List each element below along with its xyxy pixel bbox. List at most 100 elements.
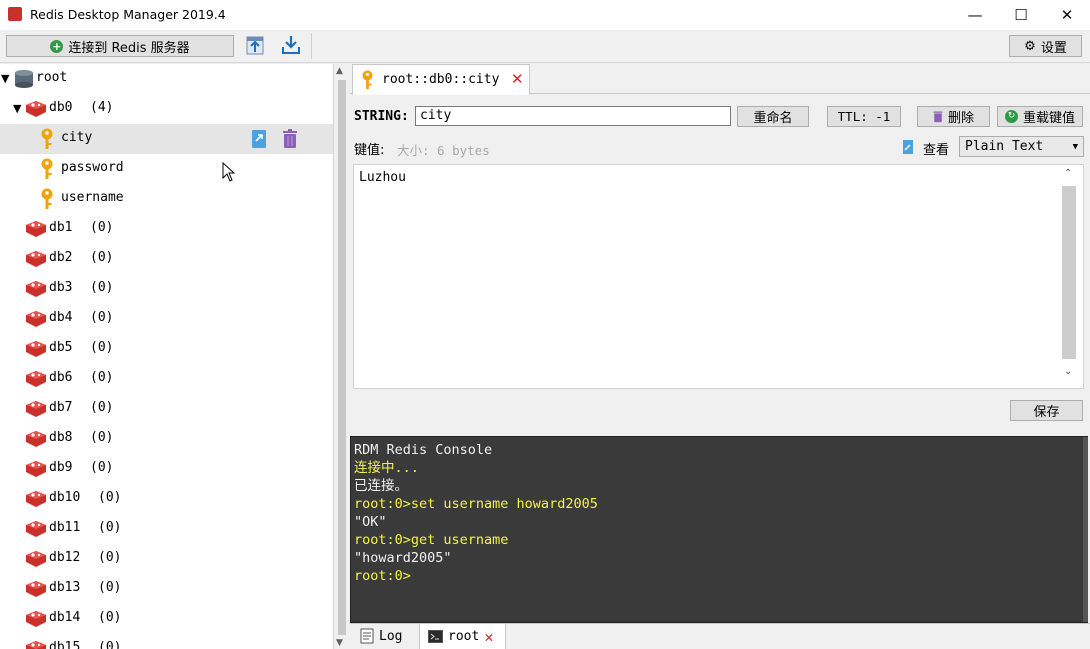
save-label: 保存: [1033, 405, 1060, 420]
redis-db-icon: [26, 401, 46, 417]
console-line: root:0>get username: [354, 532, 509, 548]
toolbar: + 连接到 Redis 服务器 ⚙ 设置: [0, 30, 1090, 63]
redis-db-icon: [26, 221, 46, 237]
value-size-label: 大小: 6 bytes: [397, 143, 490, 158]
redis-db-icon: [26, 101, 46, 117]
tree-item-key-city[interactable]: city: [0, 124, 333, 154]
tree-item-db14[interactable]: db14 (0): [0, 604, 333, 634]
db-key-count: (0): [90, 280, 114, 295]
console-output: RDM Redis Console 连接中... 已连接。 root:0>set us…: [354, 441, 1087, 585]
minimize-icon: —: [967, 6, 983, 24]
tree-item-key-password[interactable]: password: [0, 154, 333, 184]
tree-item-db1[interactable]: db1 (0): [0, 214, 333, 244]
server-icon: [15, 70, 33, 88]
reload-value-button[interactable]: ↻ 重载键值: [997, 106, 1083, 127]
db-key-count: (0): [90, 460, 114, 475]
redis-db-icon: [26, 371, 46, 387]
tree-item-db6[interactable]: db6 (0): [0, 364, 333, 394]
redis-db-icon: [26, 551, 46, 567]
tree-item-db5[interactable]: db5 (0): [0, 334, 333, 364]
copy-link-icon[interactable]: [251, 129, 269, 149]
import-icon[interactable]: [245, 34, 265, 56]
key-icon: [362, 70, 373, 90]
export-icon[interactable]: [280, 34, 302, 56]
tree-item-db2[interactable]: db2 (0): [0, 244, 333, 274]
minimize-button[interactable]: —: [952, 0, 998, 30]
tree-scrollbar-thumb[interactable]: [338, 80, 346, 635]
tree-item-key-username[interactable]: username: [0, 184, 333, 214]
expand-arrow-icon[interactable]: ▼: [13, 102, 21, 115]
rename-label: 重命名: [753, 111, 793, 126]
db-key-count: (4): [90, 100, 114, 115]
tab-console-root[interactable]: root ✕: [419, 623, 506, 649]
key-name-label: city: [61, 130, 93, 145]
redis-db-icon: [26, 521, 46, 537]
save-button[interactable]: 保存: [1010, 400, 1083, 421]
console-line: 已连接。: [354, 478, 408, 494]
connect-server-button[interactable]: + 连接到 Redis 服务器: [6, 35, 234, 57]
scroll-down-arrow-icon[interactable]: ▼: [336, 638, 343, 648]
tree-item-db9[interactable]: db9 (0): [0, 454, 333, 484]
view-mode-select[interactable]: Plain Text ▼: [959, 136, 1084, 157]
redis-db-icon: [26, 611, 46, 627]
tree-item-root[interactable]: ▼ root: [0, 64, 333, 94]
view-mode-value: Plain Text: [965, 139, 1044, 154]
expand-arrow-icon[interactable]: ▼: [1, 72, 9, 85]
db-name-label: db7: [49, 400, 73, 415]
reload-label: 重载键值: [1022, 111, 1075, 126]
key-icon: [41, 188, 53, 209]
ttl-label: TTL: -1: [837, 109, 891, 124]
key-name-input[interactable]: city: [415, 106, 731, 126]
tree-item-db8[interactable]: db8 (0): [0, 424, 333, 454]
db-name-label: db12: [49, 550, 81, 565]
db-key-count: (0): [90, 400, 114, 415]
close-tab-icon[interactable]: ✕: [484, 628, 493, 646]
tab-key-city[interactable]: root::db0::city ✕: [352, 64, 530, 95]
settings-button[interactable]: ⚙ 设置: [1009, 35, 1082, 57]
connection-tree: ▼ root ▼ db0 (4) city password username …: [0, 64, 333, 649]
redis-db-icon: [26, 491, 46, 507]
value-text[interactable]: Luzhou: [359, 170, 406, 185]
close-window-button[interactable]: ✕: [1044, 0, 1090, 30]
tree-item-db15[interactable]: db15 (0): [0, 634, 333, 649]
db-key-count: (0): [98, 610, 122, 625]
tree-item-db0[interactable]: ▼ db0 (4): [0, 94, 333, 124]
redis-console[interactable]: RDM Redis Console 连接中... 已连接。 root:0>set us…: [350, 436, 1088, 623]
close-tab-icon[interactable]: ✕: [511, 70, 524, 88]
mouse-cursor-icon: [222, 162, 236, 182]
db-key-count: (0): [90, 430, 114, 445]
scroll-up-arrow-icon[interactable]: ▲: [336, 66, 343, 76]
tree-item-db12[interactable]: db12 (0): [0, 544, 333, 574]
window-title: Redis Desktop Manager 2019.4: [30, 7, 226, 22]
delete-key-button[interactable]: 删除: [917, 106, 990, 127]
key-icon: [41, 158, 53, 179]
db-name-label: db9: [49, 460, 73, 475]
db-key-count: (0): [90, 370, 114, 385]
chevron-up-icon[interactable]: ⌃: [1064, 168, 1072, 179]
plus-circle-icon: +: [50, 39, 64, 53]
tree-item-db10[interactable]: db10 (0): [0, 484, 333, 514]
value-scrollbar-thumb[interactable]: [1062, 186, 1076, 359]
trash-icon[interactable]: [282, 129, 298, 149]
log-icon: [360, 628, 374, 644]
tree-item-db13[interactable]: db13 (0): [0, 574, 333, 604]
console-line: RDM Redis Console: [354, 442, 493, 458]
tree-item-db11[interactable]: db11 (0): [0, 514, 333, 544]
value-editor[interactable]: Luzhou: [353, 164, 1084, 389]
tree-item-db3[interactable]: db3 (0): [0, 274, 333, 304]
tab-log[interactable]: Log: [352, 623, 418, 649]
db-name-label: db13: [49, 580, 81, 595]
chevron-down-icon[interactable]: ⌄: [1064, 366, 1072, 377]
tree-item-db4[interactable]: db4 (0): [0, 304, 333, 334]
console-scrollbar[interactable]: [1083, 437, 1088, 622]
console-line: 连接中...: [354, 460, 419, 476]
redis-db-icon: [26, 281, 46, 297]
ttl-button[interactable]: TTL: -1: [827, 106, 901, 127]
chevron-down-icon: ▼: [1072, 141, 1078, 152]
db-name-label: db1: [49, 220, 73, 235]
tree-item-db7[interactable]: db7 (0): [0, 394, 333, 424]
rename-button[interactable]: 重命名: [737, 106, 809, 127]
maximize-button[interactable]: ☐: [998, 0, 1044, 30]
delete-label: 删除: [947, 111, 974, 126]
db-name-label: db5: [49, 340, 73, 355]
